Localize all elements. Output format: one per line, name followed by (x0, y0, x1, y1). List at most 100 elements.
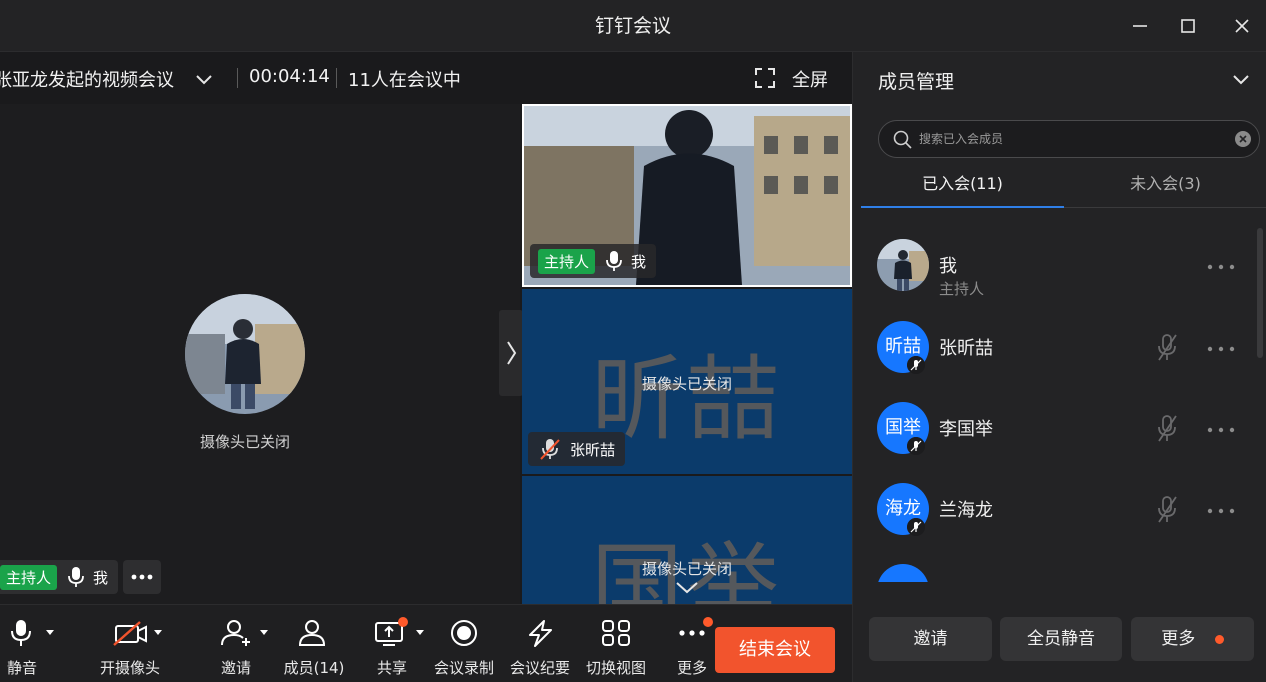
avatar-photo-icon (877, 239, 929, 291)
more-dots-icon[interactable] (1205, 506, 1239, 516)
member-name-tag: 张昕喆 (528, 432, 626, 466)
camera-label: 开摄像头 (99, 659, 160, 677)
close-icon (1235, 19, 1249, 33)
mute-label: 静音 (6, 659, 37, 677)
member-name: 兰海龙 (939, 500, 993, 521)
invite-label: 邀请 (220, 659, 251, 677)
more-dots-icon (131, 574, 153, 580)
mic-muted-icon[interactable] (1155, 413, 1179, 445)
close-button[interactable] (1226, 10, 1258, 42)
meeting-toolbar: 静音 开摄像头 邀请 成员(14) 共享 会议录制 会议纪要 切换视图 更多 结… (0, 604, 852, 682)
record-label: 会议录制 (433, 659, 494, 677)
share-notification-dot (398, 617, 408, 627)
camera-off-label: 摄像头已关闭 (641, 375, 732, 393)
list-item[interactable]: 昕喆 张昕喆 (853, 294, 1259, 374)
members-button[interactable]: 成员(14) (284, 605, 344, 682)
meeting-info-bar: 张亚龙发起的视频会议 00:04:14 11人在会议中 全屏 (0, 52, 852, 104)
camera-off-label: 摄像头已关闭 (199, 433, 290, 451)
member-name: 张昕喆 (939, 338, 993, 359)
meeting-timer: 00:04:14 (249, 66, 330, 87)
collapse-sidebar-button[interactable] (499, 310, 523, 396)
mic-muted-icon (907, 437, 925, 455)
share-button[interactable]: 共享 (372, 605, 424, 682)
tab-joined[interactable]: 已入会(11) (861, 162, 1064, 208)
self-name-tag: 主持人 我 (530, 244, 657, 278)
minimize-button[interactable] (1124, 10, 1156, 42)
meeting-area: 张亚龙发起的视频会议 00:04:14 11人在会议中 全屏 摄像头已关闭 主持… (0, 52, 852, 682)
mic-muted-icon[interactable] (1155, 494, 1179, 526)
mute-all-button[interactable]: 全员静音 (1000, 617, 1122, 661)
more-notification-dot (1214, 634, 1224, 644)
maximize-icon (1181, 19, 1195, 33)
record-button[interactable]: 会议录制 (434, 605, 494, 682)
tab-not-joined[interactable]: 未入会(3) (1064, 162, 1266, 208)
invite-button[interactable]: 邀请 (216, 605, 268, 682)
end-meeting-button[interactable]: 结束会议 (715, 627, 835, 673)
video-tile-self[interactable]: 主持人 我 (522, 104, 852, 287)
members-icon (298, 620, 326, 646)
list-item[interactable]: 我 主持人 (853, 212, 1259, 298)
camera-off-icon (113, 621, 162, 646)
microphone-icon (11, 620, 54, 646)
lightning-icon (529, 620, 552, 647)
microphone-icon (606, 251, 622, 271)
speaker-name: 我 (93, 568, 109, 587)
avatar (877, 564, 929, 582)
mute-button[interactable]: 静音 (2, 605, 54, 682)
divider (336, 68, 337, 88)
host-badge: 主持人 (538, 248, 596, 274)
chevron-down-icon[interactable] (674, 580, 700, 596)
list-item[interactable]: 海龙 兰海龙 (853, 456, 1259, 536)
meeting-window: 钉钉会议 张亚龙发起的视频会议 00:04:14 11人在会议中 全屏 摄像头已… (0, 0, 1266, 682)
title-bar: 钉钉会议 (0, 0, 1266, 52)
mic-muted-icon (540, 439, 560, 460)
add-user-icon (221, 620, 268, 646)
grid-view-icon (602, 620, 630, 646)
camera-button[interactable]: 开摄像头 (100, 605, 162, 682)
member-name: 李国举 (939, 419, 993, 440)
avatar (877, 239, 929, 291)
chevron-down-icon[interactable] (1231, 70, 1251, 90)
window-title: 钉钉会议 (594, 15, 671, 37)
host-badge: 主持人 (0, 564, 58, 590)
list-item[interactable]: 国举 李国举 (853, 375, 1259, 455)
panel-more-label: 更多 (1161, 629, 1196, 649)
members-label: 成员(14) (283, 659, 345, 677)
search-input[interactable] (919, 121, 1219, 157)
fullscreen-icon[interactable] (754, 67, 776, 89)
mic-muted-icon[interactable] (1155, 332, 1179, 364)
mic-muted-icon (907, 356, 925, 374)
more-dots-icon[interactable] (1205, 344, 1239, 354)
more-dots-icon[interactable] (1205, 262, 1239, 272)
avatar (185, 294, 305, 414)
meeting-title[interactable]: 张亚龙发起的视频会议 (0, 66, 174, 92)
chevron-down-icon[interactable] (194, 70, 214, 90)
member-search[interactable] (878, 120, 1260, 158)
switch-view-label: 切换视图 (585, 659, 646, 677)
member-name: 我 (939, 256, 957, 277)
panel-invite-button[interactable]: 邀请 (869, 617, 992, 661)
more-notification-dot (703, 617, 713, 627)
more-button[interactable]: 更多 (672, 605, 713, 682)
main-video-stage: 摄像头已关闭 主持人 我 (0, 104, 520, 604)
list-item[interactable] (853, 537, 1259, 582)
member-list-scrollbar[interactable] (1257, 228, 1263, 358)
switch-view-button[interactable]: 切换视图 (586, 605, 646, 682)
video-tile-member[interactable]: 昕喆 摄像头已关闭 张昕喆 (522, 289, 852, 474)
fullscreen-button[interactable]: 全屏 (792, 66, 828, 92)
maximize-button[interactable] (1172, 10, 1204, 42)
panel-title: 成员管理 (878, 71, 955, 93)
clear-search-icon[interactable] (1235, 131, 1251, 147)
member-list: 我 主持人 昕喆 张昕喆 国举 李国举 海龙 兰海龙 (853, 212, 1259, 582)
tile-name: 我 (631, 252, 647, 271)
more-dots-icon[interactable] (1205, 425, 1239, 435)
member-tabs: 已入会(11) 未入会(3) (861, 162, 1266, 208)
avatar-photo-icon (185, 294, 305, 414)
member-panel: 成员管理 已入会(11) 未入会(3) (852, 52, 1266, 682)
microphone-icon (68, 567, 84, 587)
minutes-button[interactable]: 会议纪要 (510, 605, 570, 682)
mic-muted-icon (907, 518, 925, 536)
share-label: 共享 (376, 659, 407, 677)
panel-more-button[interactable]: 更多 (1131, 617, 1254, 661)
speaker-more-button[interactable] (123, 560, 161, 594)
